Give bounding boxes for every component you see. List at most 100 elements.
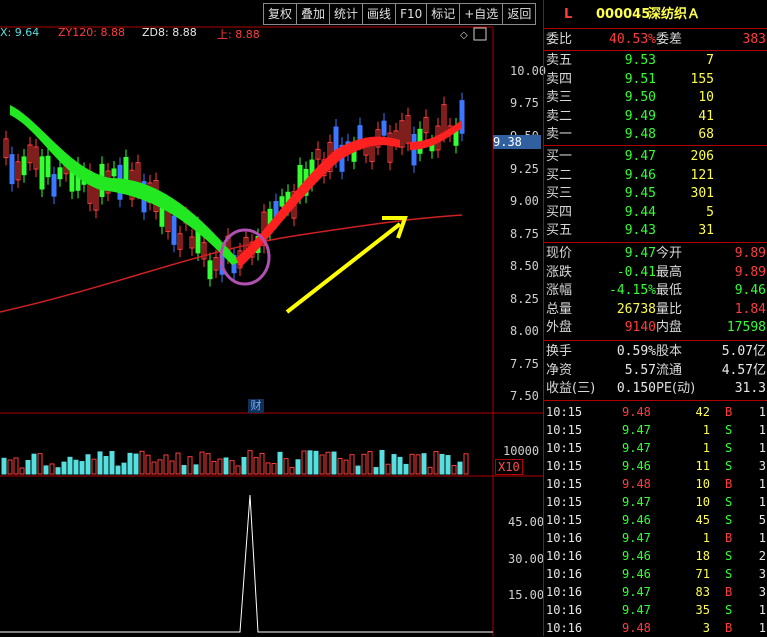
ask-label: 卖二 bbox=[546, 108, 573, 124]
mark-button[interactable]: 标记 bbox=[426, 3, 461, 25]
volume-bar bbox=[397, 456, 403, 475]
volume-bar bbox=[463, 453, 469, 475]
cai-marker[interactable]: 财 bbox=[248, 399, 264, 413]
fund-value: 4.57亿 bbox=[721, 362, 766, 378]
candle-body bbox=[381, 120, 387, 136]
market-flag: L bbox=[564, 7, 573, 22]
volume-bar bbox=[193, 464, 199, 475]
ask-row: 卖四 9.51 155 bbox=[544, 71, 767, 89]
tick-d: B bbox=[725, 531, 733, 545]
volume-bar bbox=[235, 465, 241, 475]
quote-row: 外盘 9140 内盘 17598 bbox=[544, 319, 767, 337]
tick-v: 45 bbox=[695, 513, 710, 527]
volume-bar bbox=[367, 451, 373, 475]
volume-bar bbox=[313, 450, 319, 475]
tick-n: 1 bbox=[758, 603, 766, 617]
fuquan-button[interactable]: 复权 bbox=[263, 3, 298, 25]
stock-code: 000045 bbox=[596, 7, 651, 22]
tick-d: S bbox=[725, 567, 733, 581]
tick-t: 10:15 bbox=[546, 513, 583, 527]
tick-row: 10:15 9.46 11 S 3 bbox=[544, 457, 767, 475]
volume-multiplier: X10 bbox=[495, 459, 523, 475]
draw-button[interactable]: 画线 bbox=[362, 3, 397, 25]
tick-t: 10:16 bbox=[546, 531, 583, 545]
kline-chart[interactable]: ◇ bbox=[0, 0, 543, 636]
quote-panel: L 000045 深纺织Ａ 委比 40.53% 委差 383 卖五 9.53 7 卖四… bbox=[543, 0, 767, 636]
candle-body bbox=[111, 168, 117, 177]
bid-volume: 301 bbox=[690, 186, 714, 201]
toolbar: 复权 叠加 统计 画线 F10 标记 +自选 返回 bbox=[263, 3, 537, 25]
fund-label: PE(动) bbox=[656, 381, 696, 396]
tick-v: 10 bbox=[695, 477, 710, 491]
tick-v: 3 bbox=[702, 621, 710, 635]
volume-bar bbox=[127, 452, 133, 475]
f10-button[interactable]: F10 bbox=[395, 3, 428, 25]
back-button[interactable]: 返回 bbox=[502, 3, 537, 25]
price-axis-tick: 9.25 bbox=[510, 162, 539, 176]
volume-bar bbox=[85, 454, 91, 475]
volume-bar bbox=[7, 459, 13, 475]
candle-body bbox=[45, 155, 51, 178]
add-watchlist-button[interactable]: +自选 bbox=[459, 3, 504, 25]
tick-v: 83 bbox=[695, 585, 710, 599]
tick-p: 9.46 bbox=[622, 513, 651, 527]
volume-bar bbox=[265, 462, 271, 475]
volume-bar bbox=[457, 461, 463, 475]
quote-label: 现价 bbox=[546, 246, 573, 261]
volume-bar bbox=[295, 459, 301, 475]
tick-row: 10:16 9.48 3 B 1 bbox=[544, 619, 767, 637]
tick-t: 10:16 bbox=[546, 621, 583, 635]
ma-ribbon bbox=[0, 105, 463, 313]
indicator-line bbox=[0, 494, 493, 633]
quote-value: 9.47 bbox=[624, 246, 656, 261]
bid-label: 买二 bbox=[546, 167, 573, 183]
tick-p: 9.47 bbox=[622, 441, 651, 455]
stats-button[interactable]: 统计 bbox=[329, 3, 364, 25]
price-axis-tick: 7.50 bbox=[510, 389, 539, 403]
tick-n: 1 bbox=[758, 423, 766, 437]
bid-label: 买五 bbox=[546, 223, 573, 238]
tick-t: 10:16 bbox=[546, 603, 583, 617]
tick-p: 9.48 bbox=[622, 477, 651, 491]
fund-label: 换手 bbox=[546, 344, 573, 359]
candle-body bbox=[39, 156, 45, 190]
overlay-button[interactable]: 叠加 bbox=[296, 3, 331, 25]
bid-volume: 5 bbox=[706, 204, 714, 220]
price-axis-tick: 8.25 bbox=[510, 292, 539, 306]
volume-bar bbox=[73, 459, 79, 475]
quote-row: 涨幅 -4.15% 最低 9.46 bbox=[544, 282, 767, 300]
tick-row: 10:15 9.47 1 S 1 bbox=[544, 439, 767, 457]
volume-bar bbox=[163, 454, 169, 475]
tick-d: S bbox=[725, 441, 733, 455]
volume-bar bbox=[451, 465, 457, 475]
tick-n: 2 bbox=[758, 549, 766, 563]
quote-label: 涨幅 bbox=[546, 283, 573, 298]
volume-bar bbox=[373, 467, 379, 475]
quote-label: 最低 bbox=[656, 283, 683, 298]
ask-volume: 68 bbox=[698, 127, 714, 142]
quote-value: -4.15% bbox=[609, 283, 656, 298]
tick-row: 10:16 9.47 83 B 3 bbox=[544, 583, 767, 601]
stock-name: 深纺织Ａ bbox=[648, 7, 701, 22]
volume-bar bbox=[301, 450, 307, 475]
weibi-row: 委比 40.53% 委差 383 bbox=[544, 31, 767, 49]
tick-n: 1 bbox=[758, 495, 766, 509]
bid-price: 9.43 bbox=[624, 223, 656, 238]
ask-volume: 155 bbox=[690, 71, 714, 87]
ask-volume: 41 bbox=[698, 108, 714, 124]
volume-bar bbox=[169, 460, 175, 475]
volume-bar bbox=[361, 453, 367, 475]
tick-p: 9.48 bbox=[622, 405, 651, 419]
volume-bar bbox=[445, 455, 451, 475]
bid-price: 9.44 bbox=[624, 204, 656, 220]
tick-t: 10:15 bbox=[546, 459, 583, 473]
indicator-axis-tick: 30.00 bbox=[508, 552, 545, 566]
bid-row: 买四 9.44 5 bbox=[544, 204, 767, 222]
volume-bar bbox=[43, 465, 49, 475]
volume-axis-label: 10000 bbox=[503, 444, 540, 458]
quote-label: 今开 bbox=[656, 246, 683, 261]
tick-p: 9.46 bbox=[622, 549, 651, 563]
volume-bar bbox=[307, 450, 313, 475]
fund-value: 0.59% bbox=[616, 344, 656, 359]
bid-label: 买四 bbox=[546, 204, 573, 220]
